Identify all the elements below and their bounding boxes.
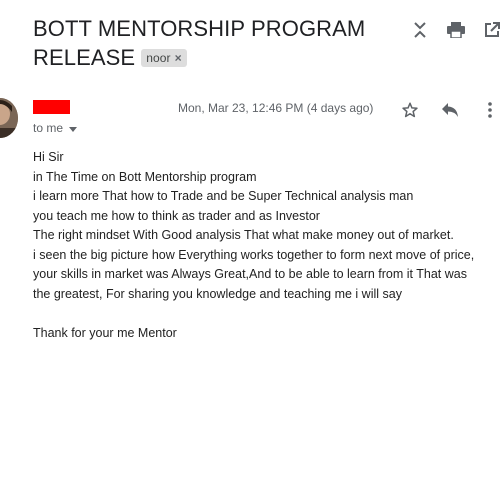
email-view: BOTT MENTORSHIP PROGRAM RELEASE noor × M… xyxy=(0,0,503,503)
message-body: Hi Sir in The Time on Bott Mentorship pro… xyxy=(33,148,503,343)
unfold-less-icon[interactable] xyxy=(408,18,432,42)
body-line: Thank for your me Mentor xyxy=(33,325,177,340)
body-line: your skills in market was Always Great,A… xyxy=(33,267,467,281)
label-chip-text: noor xyxy=(146,51,171,65)
sender-name-redacted xyxy=(33,100,70,114)
recipient-text: to me xyxy=(33,121,64,135)
avatar[interactable] xyxy=(0,98,18,138)
thread-actions xyxy=(408,18,503,42)
subject-line-1: BOTT MENTORSHIP PROGRAM xyxy=(33,16,366,41)
body-line: i seen the big picture how Everything wo… xyxy=(33,247,475,262)
body-blank-line xyxy=(33,304,503,324)
label-chip[interactable]: noor × xyxy=(141,49,187,67)
body-line: the greatest, For sharing you knowledge … xyxy=(33,286,402,301)
body-line: The right mindset With Good analysis Tha… xyxy=(33,228,454,242)
recipient-line[interactable]: to me xyxy=(33,121,78,135)
reply-icon[interactable] xyxy=(438,98,462,122)
open-in-new-icon[interactable] xyxy=(480,18,503,42)
subject-line-2: RELEASE noor × xyxy=(33,43,393,72)
message-actions xyxy=(398,98,502,122)
star-icon[interactable] xyxy=(398,98,422,122)
more-vert-icon[interactable] xyxy=(478,98,502,122)
close-icon[interactable]: × xyxy=(175,49,182,67)
message-date: Mon, Mar 23, 12:46 PM (4 days ago) xyxy=(178,101,374,115)
subject-line-2-text: RELEASE xyxy=(33,45,136,70)
body-line: in The Time on Bott Mentorship program xyxy=(33,169,257,184)
email-subject: BOTT MENTORSHIP PROGRAM RELEASE noor × xyxy=(33,14,393,72)
body-line: you teach me how to think as trader and … xyxy=(33,208,320,223)
caret-down-icon[interactable] xyxy=(69,121,78,135)
print-icon[interactable] xyxy=(444,18,468,42)
body-line: i learn more That how to Trade and be Su… xyxy=(33,189,414,203)
body-line: Hi Sir xyxy=(33,150,64,164)
